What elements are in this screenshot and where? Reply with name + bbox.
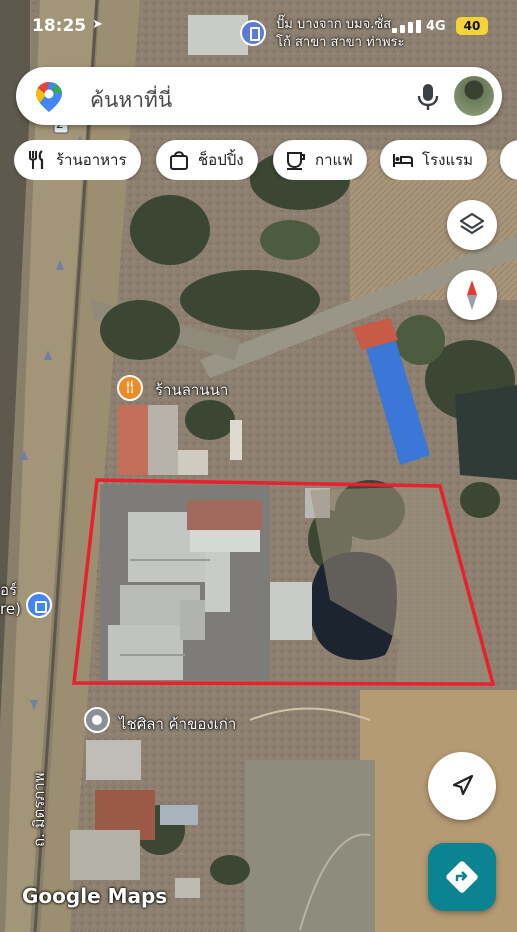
poi-gas-station-line2: โก้ สาขา สาขา ท่าพระ xyxy=(276,35,405,50)
search-input[interactable]: ค้นหาที่นี่ xyxy=(90,84,172,117)
chip-coffee-label: กาแฟ xyxy=(315,151,353,169)
chip-restaurants-label: ร้านอาหาร xyxy=(56,151,127,169)
place-partial-shop[interactable]: อร์ re) xyxy=(0,578,60,628)
avatar[interactable] xyxy=(454,76,494,116)
battery-indicator: 40 xyxy=(456,17,488,35)
network-type: 4G xyxy=(426,19,446,34)
my-location-button[interactable] xyxy=(428,752,496,820)
chip-hotels[interactable]: โรงแรม xyxy=(380,140,488,180)
compass-button[interactable] xyxy=(447,270,497,320)
google-maps-watermark: Google Maps xyxy=(22,884,168,908)
chip-more[interactable] xyxy=(500,140,517,180)
search-bar[interactable]: ค้นหาที่นี่ xyxy=(16,67,502,125)
place-partial-label-1: อร์ xyxy=(0,581,18,599)
compass-icon xyxy=(467,280,477,310)
google-maps-logo-icon xyxy=(36,82,62,112)
place-lanna-restaurant[interactable]: 🍴︎ ร้านลานนา xyxy=(117,374,247,402)
place-pin-icon xyxy=(84,707,110,733)
category-chips: ร้านอาหาร ช็อปปิ้ง กาแฟ โรงแรม xyxy=(14,140,517,180)
chip-hotels-label: โรงแรม xyxy=(422,151,474,169)
place-partial-label-2: re) xyxy=(0,600,21,618)
poi-gas-station-line1: ปั๊ม บางจาก บมจ.ซั่ส xyxy=(276,17,392,32)
layers-icon xyxy=(459,212,485,235)
place-lanna-restaurant-label: ร้านลานนา xyxy=(155,381,229,399)
restaurant-pin-icon: 🍴︎ xyxy=(117,375,143,401)
gas-station-pin-icon xyxy=(240,20,266,46)
chip-shopping-label: ช็อปปิ้ง xyxy=(198,151,244,169)
shopping-bag-icon xyxy=(170,151,188,170)
signal-icon xyxy=(392,20,422,33)
road-label-mittraphap: ถ. มิตรภาพ xyxy=(30,772,48,847)
directions-icon xyxy=(446,861,478,893)
chip-restaurants[interactable]: ร้านอาหาร xyxy=(14,140,141,180)
status-time: 18:25 xyxy=(32,16,87,36)
location-arrow-icon: ➤ xyxy=(92,17,103,32)
coffee-cup-icon xyxy=(287,152,305,170)
chip-shopping[interactable]: ช็อปปิ้ง xyxy=(156,140,258,180)
layers-button[interactable] xyxy=(447,200,497,250)
place-chaisila-antique[interactable]: ไชศิลา ค้าของเก่า xyxy=(84,707,264,737)
chip-coffee[interactable]: กาแฟ xyxy=(273,140,367,180)
fork-knife-icon xyxy=(29,150,44,169)
shopping-pin-icon xyxy=(26,592,52,618)
place-chaisila-antique-label: ไชศิลา ค้าของเก่า xyxy=(119,715,237,733)
microphone-icon[interactable] xyxy=(416,82,440,112)
directions-button[interactable] xyxy=(428,843,496,911)
bed-icon xyxy=(393,154,413,167)
navigation-arrow-icon xyxy=(452,774,474,796)
